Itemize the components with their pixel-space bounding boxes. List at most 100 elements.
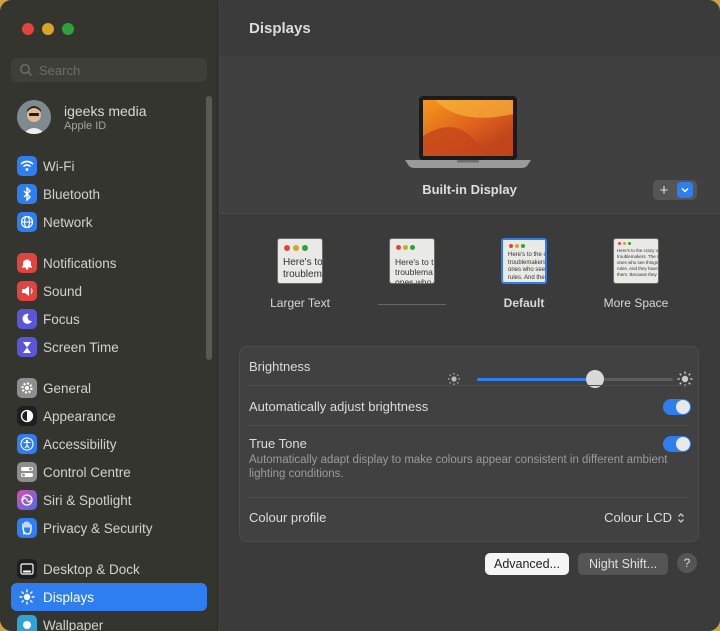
colour-profile-value: Colour LCD — [604, 510, 672, 525]
add-display-button[interactable]: + — [653, 180, 697, 200]
resolution-label: Larger Text — [270, 296, 330, 310]
sidebar-item-accessibility[interactable]: Accessibility — [11, 430, 207, 458]
resolution-underline — [378, 304, 446, 305]
search-placeholder: Search — [39, 62, 81, 78]
sidebar-item-label: Appearance — [43, 408, 116, 424]
resolution-preview: Here's to t troublema ones who — [389, 238, 435, 284]
sidebar-item-focus[interactable]: Focus — [11, 305, 207, 333]
resolution-option-more-space[interactable]: Here's to the crazy one troublemakers. T… — [591, 238, 681, 310]
sidebar-item-label: Wi-Fi — [43, 158, 75, 174]
resolution-option-2[interactable]: Here's to t troublema ones who — [367, 238, 457, 305]
appearance-icon — [17, 406, 37, 426]
laptop-display-icon[interactable] — [405, 96, 531, 172]
window-controls — [22, 23, 74, 35]
brightness-slider[interactable] — [477, 370, 673, 388]
sidebar-item-wallpaper[interactable]: Wallpaper — [11, 611, 207, 631]
minimize-button[interactable] — [42, 23, 54, 35]
display-name: Built-in Display — [422, 182, 517, 197]
wallpaper-icon — [17, 615, 37, 631]
speaker-icon — [17, 281, 37, 301]
night-shift-button[interactable]: Night Shift... — [578, 553, 668, 575]
nav-group-notifications: Notifications Sound Focus Screen Time — [11, 249, 207, 361]
settings-window: Search igeeks media Apple ID Wi-Fi Bluet… — [0, 0, 720, 631]
preview-text: Here's to the crazy one troublemakers. T… — [617, 248, 659, 277]
wifi-icon — [17, 156, 37, 176]
help-button[interactable]: ? — [677, 553, 697, 573]
resolution-option-default[interactable]: Here's to the c troublemakers. ones who … — [479, 238, 569, 310]
sidebar-item-appearance[interactable]: Appearance — [11, 402, 207, 430]
resolution-option-larger-text[interactable]: Here's to troublem Larger Text — [255, 238, 345, 310]
sidebar-item-general[interactable]: General — [11, 374, 207, 402]
sidebar-item-siri-spotlight[interactable]: Siri & Spotlight — [11, 486, 207, 514]
sidebar-item-bluetooth[interactable]: Bluetooth — [11, 180, 207, 208]
colour-profile-select[interactable]: Colour LCD — [604, 510, 685, 525]
preview-text: Here's to troublem — [283, 257, 323, 280]
resolution-label: More Space — [603, 296, 669, 310]
sidebar-item-sound[interactable]: Sound — [11, 277, 207, 305]
updown-chevron-icon — [678, 512, 684, 523]
sidebar-item-label: Displays — [43, 589, 95, 605]
sun-icon — [17, 587, 37, 607]
zoom-button[interactable] — [62, 23, 74, 35]
sidebar-item-desktop-dock[interactable]: Desktop & Dock — [11, 555, 207, 583]
divider — [249, 497, 689, 498]
search-input[interactable]: Search — [11, 58, 207, 82]
sidebar-item-screen-time[interactable]: Screen Time — [11, 333, 207, 361]
sidebar-item-label: Siri & Spotlight — [43, 492, 132, 508]
hand-icon — [17, 518, 37, 538]
globe-icon — [17, 212, 37, 232]
chevron-down-icon[interactable] — [677, 182, 693, 198]
sidebar-item-wifi[interactable]: Wi-Fi — [11, 152, 207, 180]
bell-icon — [17, 253, 37, 273]
sidebar-item-label: General — [43, 380, 92, 396]
resolution-preview: Here's to the c troublemakers. ones who … — [501, 238, 547, 284]
true-tone-toggle[interactable] — [663, 436, 691, 452]
account-name: igeeks media — [64, 102, 147, 119]
avatar — [17, 100, 51, 134]
bluetooth-icon — [17, 184, 37, 204]
gear-icon — [17, 378, 37, 398]
true-tone-row: True Tone Automatically adapt display to… — [249, 436, 691, 481]
nav-group-system: General Appearance Accessibility Control… — [11, 374, 207, 542]
sidebar-item-label: Bluetooth — [43, 186, 101, 202]
account-subtitle: Apple ID — [64, 119, 107, 132]
true-tone-description: Automatically adapt display to make colo… — [249, 454, 668, 480]
close-button[interactable] — [22, 23, 34, 35]
sidebar-item-label: Privacy & Security — [43, 520, 153, 536]
sidebar-item-label: Screen Time — [43, 339, 119, 355]
search-icon — [20, 64, 33, 77]
advanced-button[interactable]: Advanced... — [485, 553, 569, 575]
sidebar-item-label: Desktop & Dock — [43, 561, 140, 577]
nav-group-desktop: Desktop & Dock Displays Wallpaper — [11, 555, 207, 631]
colour-profile-row: Colour profile Colour LCD — [249, 510, 689, 525]
display-arrangement: Built-in Display + — [219, 56, 720, 214]
sidebar-item-network[interactable]: Network — [11, 208, 207, 236]
sidebar-item-label: Notifications — [43, 255, 117, 271]
apple-id-account[interactable]: igeeks media Apple ID — [17, 100, 147, 134]
brightness-row: Brightness — [249, 359, 693, 388]
sidebar-item-label: Sound — [43, 283, 83, 299]
auto-brightness-label: Automatically adjust brightness — [249, 399, 429, 414]
page-title: Displays — [249, 20, 311, 37]
sidebar: Search igeeks media Apple ID Wi-Fi Bluet… — [0, 0, 218, 631]
brightness-label: Brightness — [249, 359, 311, 374]
resolution-label: Default — [503, 296, 545, 310]
sidebar-item-displays[interactable]: Displays — [11, 583, 207, 611]
preview-text: Here's to the c troublemakers. ones who … — [508, 252, 547, 281]
auto-brightness-toggle[interactable] — [663, 399, 691, 415]
brightness-slider-fill — [477, 378, 595, 381]
sidebar-item-notifications[interactable]: Notifications — [11, 249, 207, 277]
auto-brightness-row: Automatically adjust brightness — [249, 399, 691, 415]
resolution-preview: Here's to troublem — [277, 238, 323, 284]
sidebar-item-control-centre[interactable]: Control Centre — [11, 458, 207, 486]
sidebar-item-privacy-security[interactable]: Privacy & Security — [11, 514, 207, 542]
sidebar-item-label: Control Centre — [43, 464, 131, 480]
sidebar-item-label: Focus — [43, 311, 80, 327]
sidebar-scrollbar[interactable] — [206, 96, 212, 360]
sidebar-item-label: Wallpaper — [43, 617, 104, 631]
resolution-options: Here's to troublem Larger Text Here's to… — [241, 238, 701, 328]
sidebar-item-label: Network — [43, 214, 93, 230]
moon-icon — [17, 309, 37, 329]
divider — [249, 425, 689, 426]
preview-text: Here's to t troublema ones who — [395, 257, 434, 284]
